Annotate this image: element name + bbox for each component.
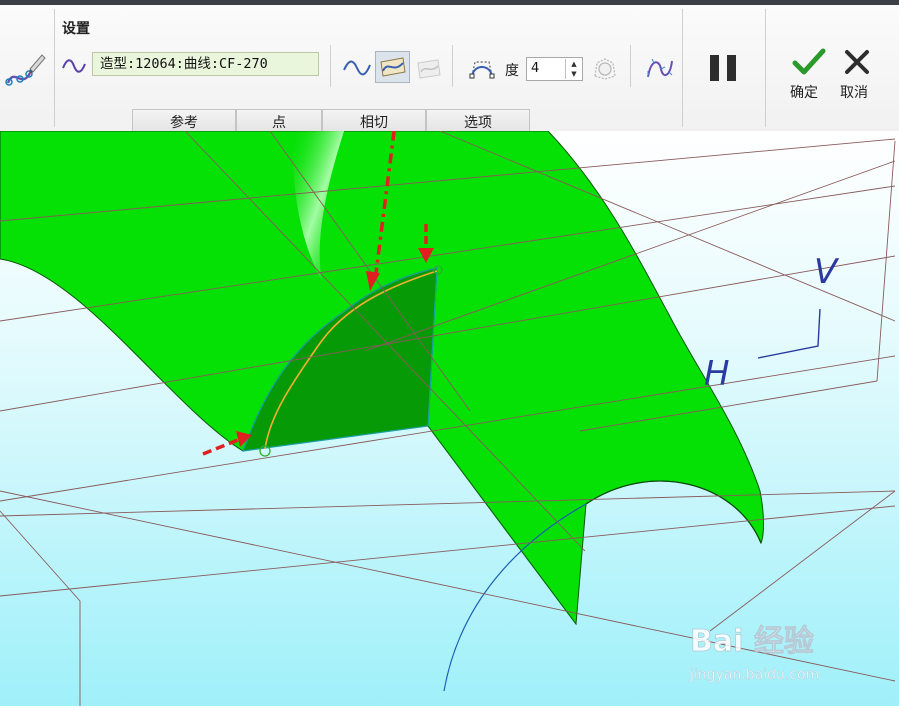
ok-button[interactable]: 确定 (786, 43, 830, 103)
ok-label: 确定 (790, 85, 818, 101)
degree-up-button[interactable]: ▲ (565, 59, 582, 69)
degree-stepper[interactable]: 4 ▲ ▼ (526, 57, 583, 81)
free-curve-edit-icon[interactable] (4, 49, 48, 93)
checkmark-icon (792, 48, 826, 75)
close-icon (845, 50, 869, 74)
curve-reference-field[interactable]: 造型:12064:曲线:CF-270 (92, 52, 319, 76)
curve-on-surface-icon (380, 57, 406, 77)
planar-curve-icon[interactable] (415, 57, 443, 81)
baidu-watermark: Bai 经验 jingyan.baidu.com (689, 624, 820, 684)
ribbon-divider (630, 45, 631, 87)
pause-icon[interactable] (708, 53, 738, 83)
ribbon-divider (765, 9, 766, 127)
style-curve-ribbon: 设置 造型:12064:曲线:CF-270 度 4 ▲ ▼ 确定 取消 参考 点… (0, 5, 899, 135)
degree-down-button[interactable]: ▼ (565, 69, 582, 79)
axis-h-label: H (704, 354, 730, 394)
degree-value: 4 (531, 61, 540, 76)
section-title: 设置 (62, 21, 90, 37)
curvature-analysis-icon[interactable] (645, 55, 675, 83)
wave-curve-icon (62, 57, 86, 75)
watermark-url: jingyan.baidu.com (689, 667, 819, 683)
degree-label: 度 (505, 63, 519, 79)
model-viewport[interactable]: V H Bai 经验 jingyan.baidu.com (0, 84, 899, 706)
control-polygon-icon[interactable] (468, 56, 496, 82)
free-curve-icon[interactable] (343, 57, 371, 79)
ribbon-divider (452, 45, 453, 87)
cancel-label: 取消 (840, 85, 868, 101)
cancel-button[interactable]: 取消 (836, 43, 880, 103)
ribbon-divider (682, 9, 683, 127)
ribbon-divider (54, 9, 55, 127)
ribbon-divider (330, 45, 331, 87)
watermark-brand: Bai 经验 (690, 624, 814, 659)
curve-on-surface-button[interactable] (375, 51, 410, 83)
degree-reduce-icon[interactable] (591, 56, 619, 82)
axis-v-label: V (814, 252, 840, 292)
